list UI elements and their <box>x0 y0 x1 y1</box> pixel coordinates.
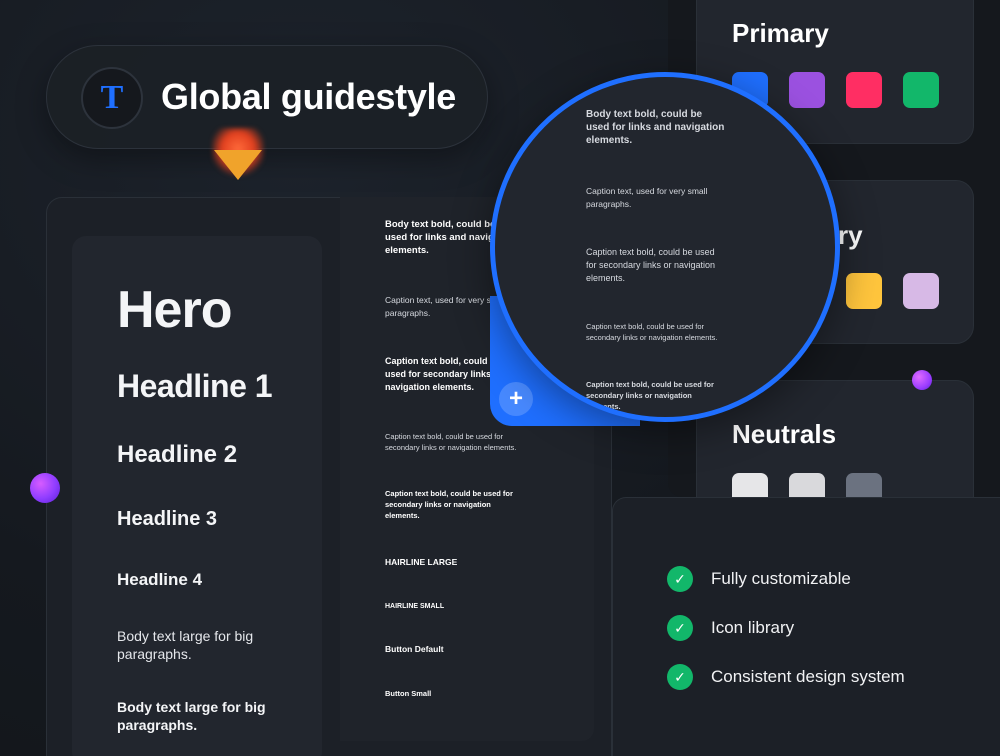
headline-3-sample: Headline 3 <box>117 508 218 530</box>
caption-bold-strong-sample: Caption text bold, could be used for sec… <box>385 489 513 520</box>
magnified-caption: Caption text, used for very small paragr… <box>586 186 708 209</box>
neutrals-colors-title: Neutrals <box>732 419 837 449</box>
decorative-orb-right <box>912 370 932 390</box>
hairline-large-sample: HAIRLINE LARGE <box>385 557 458 567</box>
page-title: Global guidestyle <box>161 76 456 117</box>
body-large-sample: Body text large for big paragraphs. <box>117 628 254 662</box>
feature-icon-library: Icon library <box>711 618 795 637</box>
headline-1-sample: Headline 1 <box>117 368 273 404</box>
magnified-body-bold: Body text bold, could be used for links … <box>586 109 725 146</box>
typography-logo-icon: T <box>81 67 143 129</box>
secondary-swatch-yellow[interactable] <box>846 273 882 309</box>
primary-swatch-green[interactable] <box>903 72 939 108</box>
pointer-cursor-icon <box>214 150 262 180</box>
headline-2-sample: Headline 2 <box>117 441 238 468</box>
checkmark-icon: ✓ <box>667 566 693 592</box>
magnified-caption-bold: Caption text bold, could be used for sec… <box>586 247 716 283</box>
secondary-swatch-lilac[interactable] <box>903 273 939 309</box>
title-pill: T Global guidestyle <box>46 45 488 149</box>
hairline-small-sample: HAIRLINE SMALL <box>385 603 445 610</box>
caption-bold-small-sample: Caption text bold, could be used for sec… <box>385 432 517 452</box>
headline-4-sample: Headline 4 <box>117 570 203 589</box>
feature-customizable: Fully customizable <box>711 569 851 588</box>
zoom-plus-button[interactable]: + <box>499 382 533 416</box>
checkmark-icon: ✓ <box>667 615 693 641</box>
neutral-swatch-dark[interactable] <box>846 473 882 497</box>
button-default-sample: Button Default <box>385 644 444 654</box>
decorative-orb-left <box>30 473 60 503</box>
magnified-caption-bold-small: Caption text bold, could be used for sec… <box>586 322 718 342</box>
button-small-sample: Button Small <box>385 689 432 698</box>
hero-sample: Hero <box>117 281 232 339</box>
primary-swatch-pink[interactable] <box>846 72 882 108</box>
secondary-colors-title: ry <box>838 220 863 250</box>
neutral-swatch-mid[interactable] <box>789 473 825 497</box>
magnifier-lens: Body text bold, could be used for links … <box>490 72 840 422</box>
primary-colors-title: Primary <box>732 18 829 48</box>
primary-swatch-purple[interactable] <box>789 72 825 108</box>
body-large-bold-sample: Body text large for big paragraphs. <box>117 699 266 733</box>
neutral-swatch-light[interactable] <box>732 473 768 497</box>
checkmark-icon: ✓ <box>667 664 693 690</box>
feature-design-system: Consistent design system <box>711 667 905 686</box>
magnified-caption-bold-strong: Caption text bold, could be used for sec… <box>586 380 714 411</box>
